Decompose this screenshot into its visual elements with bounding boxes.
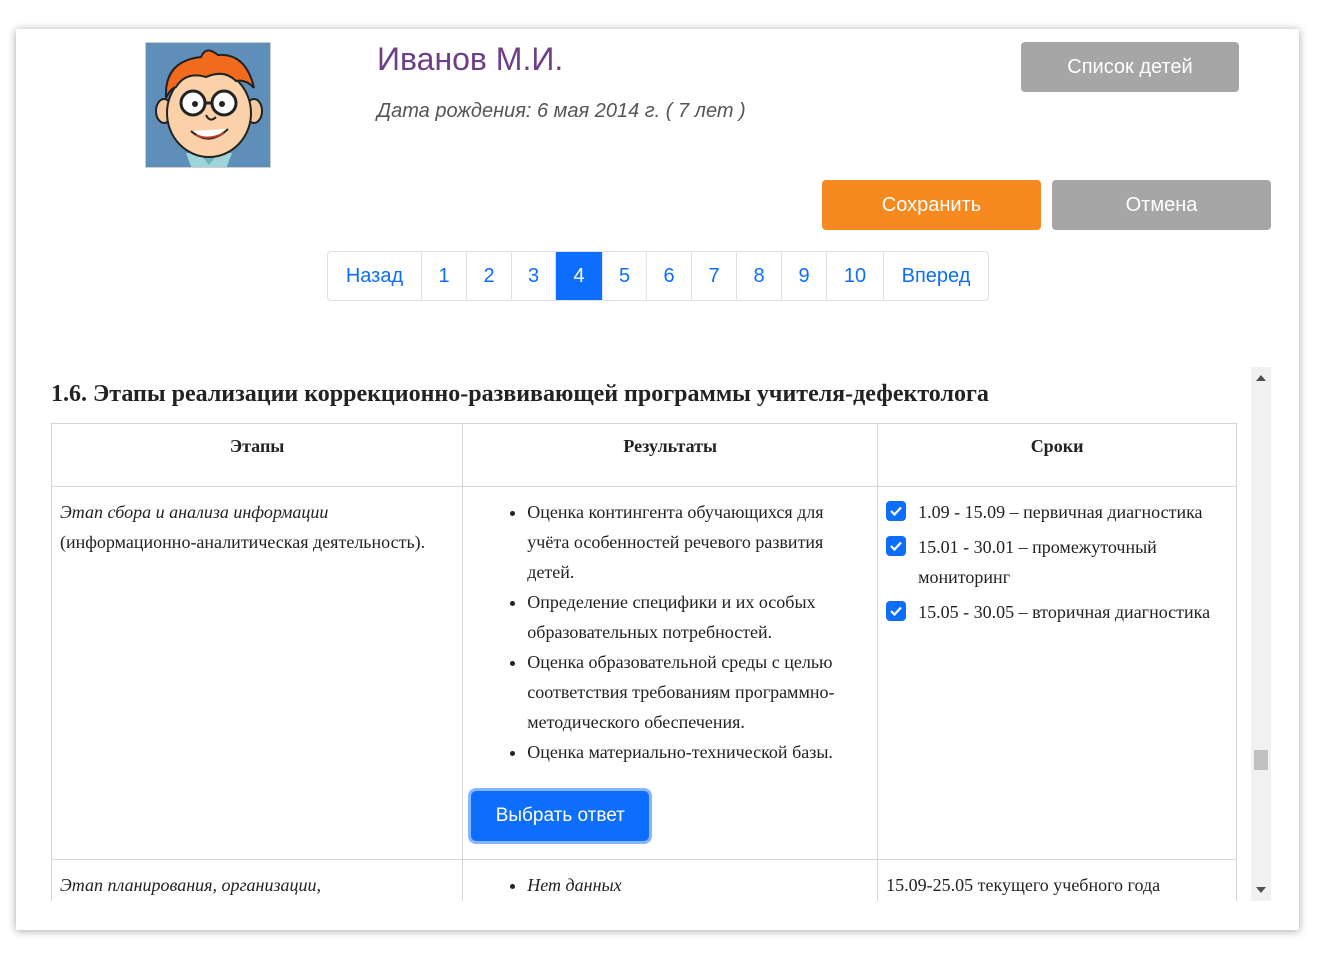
child-avatar [145, 42, 271, 168]
results-list: Оценка контингента обучающихся для учёта… [471, 497, 869, 767]
check-icon [890, 606, 902, 616]
page-5[interactable]: 5 [603, 252, 647, 300]
header-results: Результаты [462, 423, 879, 487]
stage-description: (информационно-аналитическая деятельност… [60, 532, 426, 552]
stage-cell: Этап сбора и анализа информации (информа… [51, 486, 464, 860]
term-label: 15.01 - 30.01 – промежуточный мониторинг [918, 537, 1157, 587]
term-option: 1.09 - 15.09 – первичная диагностика [886, 497, 1228, 527]
page-6[interactable]: 6 [647, 252, 692, 300]
page-1[interactable]: 1 [422, 252, 467, 300]
stage-name: Этап сбора и анализа информации [60, 502, 329, 522]
table-header-row: Этапы Результаты Сроки [51, 423, 1237, 487]
page-7[interactable]: 7 [692, 252, 737, 300]
header-terms: Сроки [877, 423, 1237, 487]
scroll-up-icon[interactable] [1256, 375, 1266, 381]
page-next[interactable]: Вперед [884, 252, 988, 300]
child-card: Иванов М.И. Дата рождения: 6 мая 2014 г.… [16, 29, 1299, 930]
pagination: Назад 1 2 3 4 5 6 7 8 9 10 Вперед [327, 251, 989, 301]
term-label: 15.05 - 30.05 – вторичная диагностика [918, 602, 1211, 622]
boy-avatar-icon [146, 43, 270, 167]
list-item: Определение специфики и их особых образо… [527, 587, 869, 647]
page-4[interactable]: 4 [556, 252, 603, 300]
list-item: Оценка материально-технической базы. [527, 737, 869, 767]
list-item: Оценка контингента обучающихся для учёта… [527, 497, 869, 587]
list-item: Оценка образовательной среды с целью соо… [527, 647, 869, 737]
table-row: Этап сбора и анализа информации (информа… [51, 486, 1237, 860]
scroll-down-icon[interactable] [1256, 887, 1266, 893]
children-list-button[interactable]: Список детей [1021, 42, 1239, 92]
page-prev[interactable]: Назад [328, 252, 422, 300]
term-checkbox[interactable] [886, 501, 907, 521]
results-cell: Нет данных [462, 859, 879, 901]
save-button[interactable]: Сохранить [822, 180, 1041, 230]
header-stages: Этапы [51, 423, 464, 487]
page-10[interactable]: 10 [827, 252, 884, 300]
check-icon [890, 506, 902, 516]
page-9[interactable]: 9 [782, 252, 827, 300]
section-title: 1.6. Этапы реализации коррекционно-разви… [51, 381, 989, 407]
birth-date: Дата рождения: 6 мая 2014 г. ( 7 лет ) [377, 100, 746, 122]
vertical-scrollbar[interactable] [1251, 367, 1271, 901]
terms-cell: 1.09 - 15.09 – первичная диагностика 15.… [877, 486, 1237, 860]
stage-name: Этап планирования, организации, [60, 875, 321, 895]
term-checkbox[interactable] [886, 601, 907, 621]
results-list: Нет данных [471, 870, 869, 900]
term-label: 1.09 - 15.09 – первичная диагностика [918, 502, 1203, 522]
page-8[interactable]: 8 [737, 252, 782, 300]
table-row: Этап планирования, организации, Нет данн… [51, 859, 1237, 901]
results-cell: Оценка контингента обучающихся для учёта… [462, 486, 879, 860]
child-name: Иванов М.И. [377, 41, 564, 77]
check-icon [890, 541, 902, 551]
page-2[interactable]: 2 [467, 252, 512, 300]
term-option: 15.05 - 30.05 – вторичная диагностика [886, 597, 1228, 627]
terms-cell: 15.09-25.05 текущего учебного года [877, 859, 1237, 901]
term-checkbox[interactable] [886, 536, 907, 556]
term-option: 15.01 - 30.01 – промежуточный мониторинг [886, 532, 1228, 592]
cancel-button[interactable]: Отмена [1052, 180, 1271, 230]
stage-cell: Этап планирования, организации, [51, 859, 464, 901]
page-3[interactable]: 3 [512, 252, 556, 300]
stages-table: Этапы Результаты Сроки Этап сбора и анал… [51, 423, 1237, 901]
choose-answer-button[interactable]: Выбрать ответ [471, 791, 650, 841]
scrollbar-thumb[interactable] [1254, 750, 1268, 770]
list-item: Нет данных [527, 870, 869, 900]
content-scroll-area[interactable]: 1.6. Этапы реализации коррекционно-разви… [51, 367, 1271, 901]
